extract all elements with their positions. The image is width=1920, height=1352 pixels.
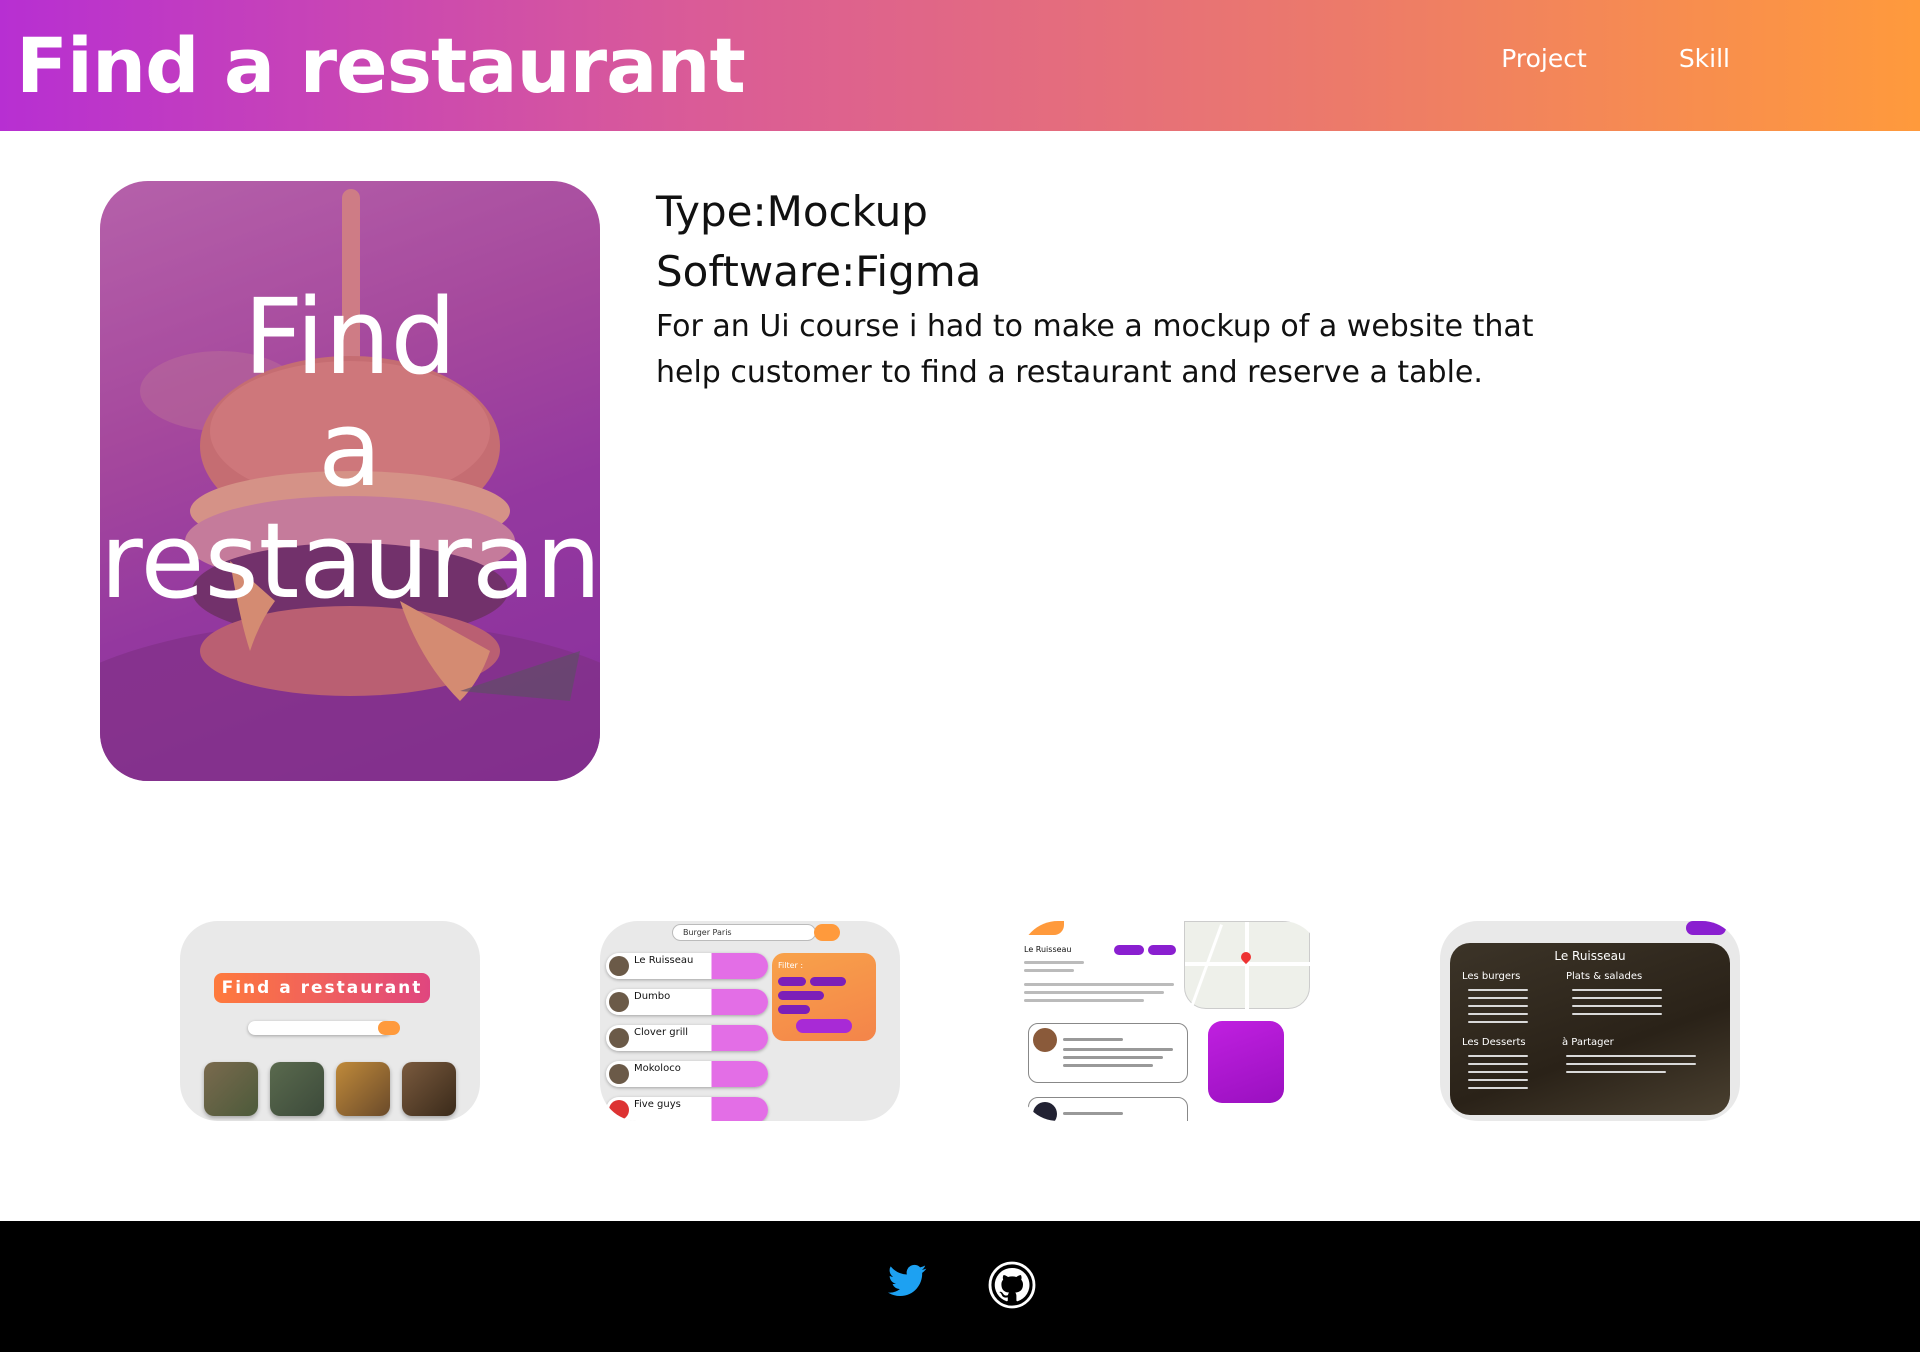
mini-search-bar: Burger Paris [672, 924, 816, 941]
screenshot-thumbnail-menu[interactable]: Le Ruisseau Les burgers Plats & salades … [1440, 921, 1740, 1121]
site-title: Find a restaurant [16, 21, 746, 110]
mini-result-name: Le Ruisseau [634, 955, 694, 966]
mini-result-row: Five guys [606, 1097, 768, 1121]
mini-filter-panel: Filter : [772, 953, 876, 1041]
mini-result-name: Clover grill [634, 1027, 689, 1038]
project-type: Type:Mockup [656, 187, 928, 236]
main-nav: Project Skill [1501, 44, 1730, 73]
mini-result-name: Dumbo [634, 991, 671, 1002]
github-link[interactable] [988, 1261, 1036, 1313]
mini-result-name: Five guys [634, 1099, 681, 1110]
mini-result-row: Dumbo [606, 989, 768, 1015]
mini-review-card [1028, 1097, 1188, 1121]
screenshot-thumbnail-home[interactable]: Find a restaurant [180, 921, 480, 1121]
site-footer [0, 1221, 1920, 1352]
twitter-icon [888, 1264, 927, 1296]
cover-title-line: a [318, 388, 382, 510]
mini-menu-section: Les burgers [1462, 971, 1521, 982]
mini-category-tile [402, 1062, 456, 1116]
mini-map [1184, 921, 1311, 1010]
github-icon [988, 1261, 1036, 1309]
mini-category-tile [270, 1062, 324, 1116]
mini-category-tile [204, 1062, 258, 1116]
mini-menu-section: Plats & salades [1566, 971, 1643, 982]
mini-result-row: Mokoloco [606, 1061, 768, 1087]
project-cover-image: Find a restaurant [100, 181, 600, 781]
mini-search-bar [248, 1021, 392, 1035]
mini-result-row: Clover grill [606, 1025, 768, 1051]
mini-menu-section: à Partager [1562, 1037, 1614, 1048]
mini-menu-title: Le Ruisseau [1554, 949, 1626, 963]
mini-filter-label: Filter : [778, 961, 804, 970]
mini-restaurant-name: Le Ruisseau [1024, 945, 1072, 954]
nav-link-project[interactable]: Project [1501, 44, 1587, 73]
mini-result-row: Le Ruisseau [606, 953, 768, 979]
cover-title-line: Find [243, 276, 457, 398]
mini-menu-board: Le Ruisseau Les burgers Plats & salades … [1450, 943, 1730, 1115]
mini-result-name: Mokoloco [634, 1063, 681, 1074]
mini-rating-panel [1208, 1021, 1284, 1103]
screenshot-thumbnail-restaurant[interactable]: Le Ruisseau [1020, 921, 1320, 1121]
mini-search-button [378, 1021, 400, 1035]
twitter-link[interactable] [888, 1261, 928, 1305]
project-software: Software:Figma [656, 247, 982, 296]
mini-category-tiles [204, 1062, 456, 1116]
mini-site-banner: Find a restaurant [214, 973, 430, 1003]
mini-book-badge [1686, 921, 1726, 935]
mini-search-button [814, 924, 840, 941]
site-header: Find a restaurant Project Skill [0, 0, 1920, 131]
project-description: For an Ui course i had to make a mockup … [656, 309, 1534, 390]
mini-review-card [1028, 1023, 1188, 1083]
nav-link-skill[interactable]: Skill [1679, 44, 1730, 73]
screenshot-thumbnail-search[interactable]: Burger Paris Le Ruisseau Dumbo Clover gr… [600, 921, 900, 1121]
mini-menu-section: Les Desserts [1462, 1037, 1526, 1048]
project-info: Type:Mockup Software:Figma For an Ui cou… [656, 182, 1556, 396]
cover-title: Find a restaurant [100, 281, 600, 617]
cover-title-line: restaurant [100, 500, 600, 622]
mini-category-tile [336, 1062, 390, 1116]
